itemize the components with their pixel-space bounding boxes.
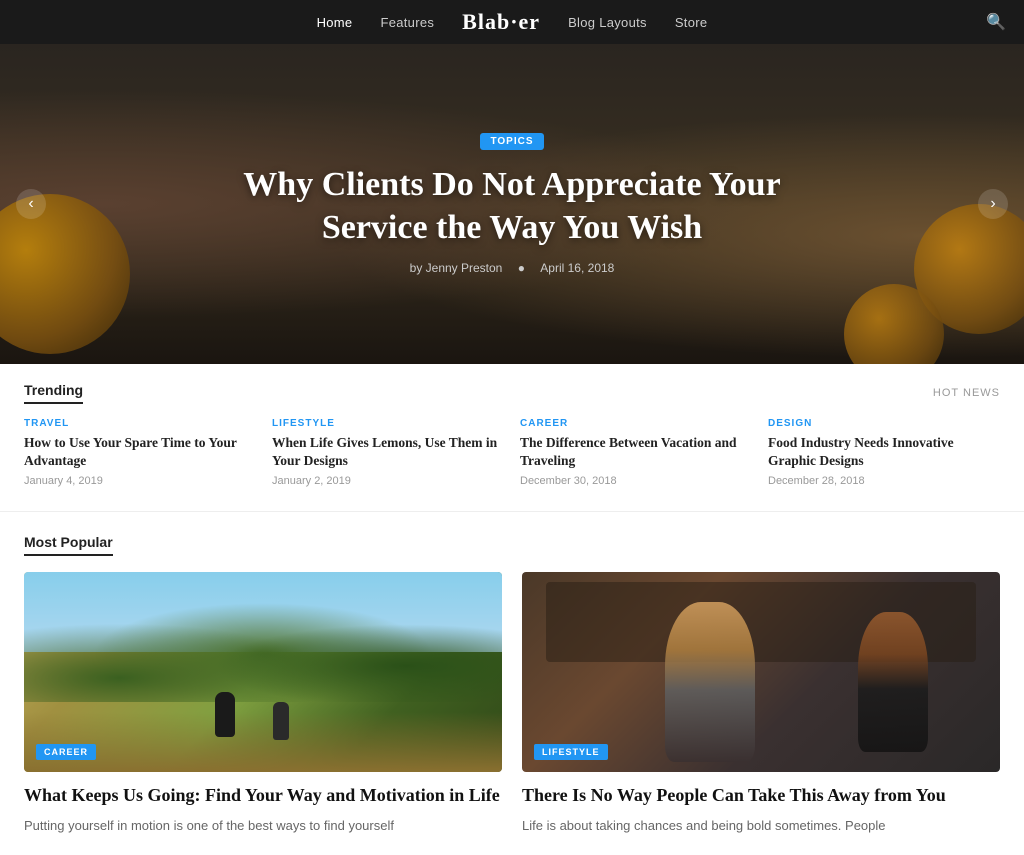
popular-section: Most Popular CAREER What Keeps Us Going:… (0, 512, 1024, 855)
hero-prev-button[interactable]: ‹ (16, 189, 46, 219)
studio-person-1 (665, 602, 755, 762)
trending-item-2[interactable]: LIFESTYLE When Life Gives Lemons, Use Th… (272, 418, 504, 487)
site-logo[interactable]: Blab·er (462, 9, 540, 35)
popular-card-2[interactable]: LIFESTYLE There Is No Way People Can Tak… (522, 572, 1000, 835)
nav-store[interactable]: Store (675, 15, 708, 30)
trending-item-1[interactable]: TRAVEL How to Use Your Spare Time to You… (24, 418, 256, 487)
trending-section: Trending HOT NEWS TRAVEL How to Use Your… (0, 364, 1024, 512)
popular-grid: CAREER What Keeps Us Going: Find Your Wa… (24, 572, 1000, 835)
trending-header: Trending HOT NEWS (24, 382, 1000, 404)
card-image-bg-studio (522, 572, 1000, 772)
hero-section: ‹ TOPICS Why Clients Do Not Appreciate Y… (0, 44, 1024, 364)
trending-category-2: LIFESTYLE (272, 418, 504, 429)
card-excerpt-1: Putting yourself in motion is one of the… (24, 816, 502, 836)
popular-section-title: Most Popular (24, 534, 113, 556)
trending-section-title: Trending (24, 382, 83, 404)
trending-category-4: DESIGN (768, 418, 1000, 429)
card-image-1: CAREER (24, 572, 502, 772)
card-title-2: There Is No Way People Can Take This Awa… (522, 784, 1000, 807)
trending-item-4[interactable]: DESIGN Food Industry Needs Innovative Gr… (768, 418, 1000, 487)
chevron-left-icon: ‹ (28, 195, 33, 213)
hot-news-label: HOT NEWS (933, 387, 1000, 399)
card-image-bg-run (24, 572, 502, 772)
hero-content: TOPICS Why Clients Do Not Appreciate You… (152, 133, 872, 275)
runner-silhouette-1 (215, 692, 235, 737)
trending-title-2: When Life Gives Lemons, Use Them in Your… (272, 434, 504, 470)
nav-blog-layouts[interactable]: Blog Layouts (568, 15, 647, 30)
chevron-right-icon: › (990, 195, 995, 213)
trending-title-4: Food Industry Needs Innovative Graphic D… (768, 434, 1000, 470)
hero-title: Why Clients Do Not Appreciate Your Servi… (212, 164, 812, 249)
trending-title-1: How to Use Your Spare Time to Your Advan… (24, 434, 256, 470)
trending-grid: TRAVEL How to Use Your Spare Time to You… (24, 418, 1000, 501)
hero-next-button[interactable]: › (978, 189, 1008, 219)
trending-date-1: January 4, 2019 (24, 475, 256, 487)
trending-date-2: January 2, 2019 (272, 475, 504, 487)
hero-tag[interactable]: TOPICS (480, 133, 543, 150)
card-tag-1: CAREER (36, 744, 96, 760)
runner-silhouette-2 (273, 702, 289, 740)
hero-author: by Jenny Preston (410, 261, 503, 275)
trending-title-3: The Difference Between Vacation and Trav… (520, 434, 752, 470)
search-icon[interactable]: 🔍 (986, 12, 1006, 32)
popular-card-1[interactable]: CAREER What Keeps Us Going: Find Your Wa… (24, 572, 502, 835)
navigation: Home Features Blab·er Blog Layouts Store… (0, 0, 1024, 44)
nav-links: Home Features Blab·er Blog Layouts Store (317, 9, 708, 35)
nav-home[interactable]: Home (317, 15, 353, 30)
card-image-2: LIFESTYLE (522, 572, 1000, 772)
card-excerpt-2: Life is about taking chances and being b… (522, 816, 1000, 836)
trail-bushes (24, 582, 502, 702)
trending-category-1: TRAVEL (24, 418, 256, 429)
card-title-1: What Keeps Us Going: Find Your Way and M… (24, 784, 502, 807)
trending-date-4: December 28, 2018 (768, 475, 1000, 487)
nav-features[interactable]: Features (380, 15, 434, 30)
hero-meta: by Jenny Preston ● April 16, 2018 (212, 261, 812, 275)
trending-date-3: December 30, 2018 (520, 475, 752, 487)
card-tag-2: LIFESTYLE (534, 744, 608, 760)
trending-category-3: CAREER (520, 418, 752, 429)
hero-date: April 16, 2018 (540, 261, 614, 275)
trail-path (24, 712, 502, 772)
hero-meta-divider: ● (518, 261, 525, 275)
trending-item-3[interactable]: CAREER The Difference Between Vacation a… (520, 418, 752, 487)
studio-person-2 (858, 612, 928, 752)
